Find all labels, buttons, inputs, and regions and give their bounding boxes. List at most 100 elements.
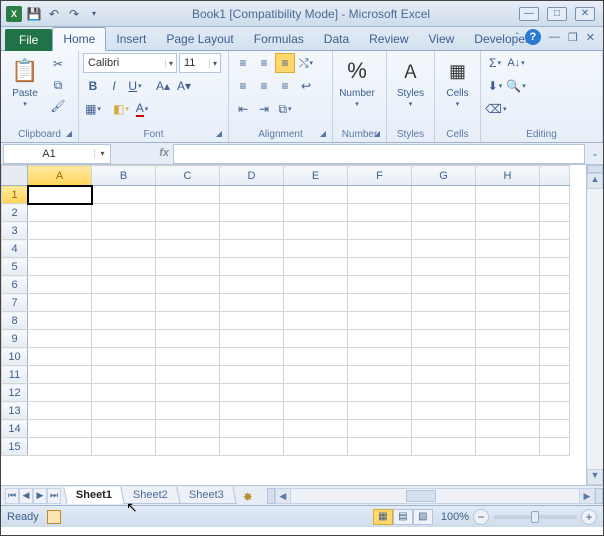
cell[interactable] bbox=[28, 420, 92, 438]
page-layout-view-icon[interactable]: ▤ bbox=[393, 509, 413, 525]
number-launcher-icon[interactable]: ◢ bbox=[374, 129, 380, 138]
zoom-level[interactable]: 100% bbox=[441, 511, 469, 523]
cell[interactable] bbox=[540, 438, 570, 456]
tab-data[interactable]: Data bbox=[314, 28, 359, 50]
italic-button[interactable]: I bbox=[104, 76, 124, 96]
cell[interactable] bbox=[156, 222, 220, 240]
cell[interactable] bbox=[28, 348, 92, 366]
cell[interactable] bbox=[540, 276, 570, 294]
cell[interactable] bbox=[412, 384, 476, 402]
font-size-combo[interactable]: 11▾ bbox=[179, 53, 221, 73]
cell[interactable] bbox=[348, 402, 412, 420]
cell[interactable] bbox=[412, 222, 476, 240]
cell[interactable] bbox=[284, 276, 348, 294]
cell[interactable] bbox=[412, 402, 476, 420]
cell[interactable] bbox=[156, 258, 220, 276]
scroll-right-icon[interactable]: ▶ bbox=[579, 488, 595, 504]
cell[interactable] bbox=[220, 420, 284, 438]
cut-icon[interactable]: ✂ bbox=[48, 55, 68, 73]
cell[interactable] bbox=[476, 222, 540, 240]
cell[interactable] bbox=[92, 438, 156, 456]
cell[interactable] bbox=[28, 222, 92, 240]
cell[interactable] bbox=[156, 312, 220, 330]
format-painter-icon[interactable]: 🖌 bbox=[48, 97, 68, 115]
cell[interactable] bbox=[284, 258, 348, 276]
cell[interactable] bbox=[220, 240, 284, 258]
cell[interactable] bbox=[540, 366, 570, 384]
cell[interactable] bbox=[412, 204, 476, 222]
cell[interactable] bbox=[412, 330, 476, 348]
row-header[interactable]: 10 bbox=[2, 348, 28, 366]
tab-file[interactable]: File bbox=[5, 29, 52, 51]
scroll-left-icon[interactable]: ◀ bbox=[275, 488, 291, 504]
cell[interactable] bbox=[28, 258, 92, 276]
cell[interactable] bbox=[220, 258, 284, 276]
fill-button[interactable]: ⬇ bbox=[485, 76, 505, 96]
select-all-corner[interactable] bbox=[2, 166, 28, 186]
new-sheet-icon[interactable]: ✸ bbox=[237, 490, 259, 504]
row-header[interactable]: 2 bbox=[2, 204, 28, 222]
cell[interactable] bbox=[156, 402, 220, 420]
cell[interactable] bbox=[92, 294, 156, 312]
cell[interactable] bbox=[412, 258, 476, 276]
cell[interactable] bbox=[476, 402, 540, 420]
cell[interactable] bbox=[412, 312, 476, 330]
tab-review[interactable]: Review bbox=[359, 28, 418, 50]
cell[interactable] bbox=[412, 240, 476, 258]
sheet-tab-3[interactable]: Sheet3 bbox=[176, 487, 236, 504]
cell[interactable] bbox=[540, 402, 570, 420]
cell[interactable] bbox=[476, 204, 540, 222]
borders-button[interactable]: ▦ bbox=[83, 99, 103, 119]
cell[interactable] bbox=[28, 204, 92, 222]
cell[interactable] bbox=[284, 330, 348, 348]
prev-sheet-icon[interactable]: ◀ bbox=[19, 488, 33, 504]
cell[interactable] bbox=[156, 348, 220, 366]
cell[interactable] bbox=[28, 276, 92, 294]
cell[interactable] bbox=[220, 366, 284, 384]
row-header[interactable]: 4 bbox=[2, 240, 28, 258]
font-name-combo[interactable]: Calibri▾ bbox=[83, 53, 177, 73]
cell[interactable] bbox=[28, 294, 92, 312]
cell[interactable] bbox=[284, 420, 348, 438]
cell[interactable] bbox=[156, 240, 220, 258]
cell[interactable] bbox=[284, 222, 348, 240]
cell[interactable] bbox=[540, 240, 570, 258]
cell[interactable] bbox=[284, 240, 348, 258]
cell[interactable] bbox=[28, 330, 92, 348]
cell[interactable] bbox=[476, 384, 540, 402]
minimize-button[interactable]: — bbox=[519, 7, 539, 21]
cell[interactable] bbox=[220, 276, 284, 294]
tab-view[interactable]: View bbox=[419, 28, 465, 50]
align-right-icon[interactable]: ≡ bbox=[275, 76, 295, 96]
cell[interactable] bbox=[156, 186, 220, 204]
cell[interactable] bbox=[540, 348, 570, 366]
fill-color-button[interactable]: ◧ bbox=[111, 99, 131, 119]
cell[interactable] bbox=[156, 420, 220, 438]
cells-button[interactable]: ▦ Cells▾ bbox=[439, 53, 476, 109]
cell[interactable] bbox=[348, 438, 412, 456]
column-header[interactable]: G bbox=[412, 166, 476, 186]
cell[interactable] bbox=[476, 366, 540, 384]
clear-button[interactable]: ⌫ bbox=[485, 99, 506, 119]
tab-home[interactable]: Home bbox=[52, 27, 106, 51]
cell[interactable] bbox=[476, 294, 540, 312]
save-icon[interactable]: 💾 bbox=[25, 5, 43, 23]
cell[interactable] bbox=[412, 276, 476, 294]
cell[interactable] bbox=[28, 438, 92, 456]
cell[interactable] bbox=[220, 186, 284, 204]
increase-font-icon[interactable]: A▴ bbox=[153, 76, 173, 96]
cell[interactable] bbox=[220, 312, 284, 330]
wrap-text-icon[interactable]: ↩ bbox=[296, 76, 316, 96]
vertical-scrollbar[interactable]: ▲ ▼ bbox=[586, 165, 603, 485]
hscroll-track[interactable] bbox=[291, 488, 579, 504]
zoom-thumb[interactable] bbox=[531, 511, 539, 523]
cell[interactable] bbox=[220, 204, 284, 222]
cell[interactable] bbox=[284, 348, 348, 366]
vscroll-track[interactable] bbox=[587, 189, 603, 469]
autosum-button[interactable]: Σ bbox=[485, 53, 505, 73]
workbook-close-icon[interactable]: ✕ bbox=[584, 31, 597, 44]
merge-center-icon[interactable]: ⧉ bbox=[275, 99, 295, 119]
normal-view-icon[interactable]: ▦ bbox=[373, 509, 393, 525]
cell[interactable] bbox=[476, 312, 540, 330]
insert-function-icon[interactable]: fx bbox=[159, 147, 169, 160]
